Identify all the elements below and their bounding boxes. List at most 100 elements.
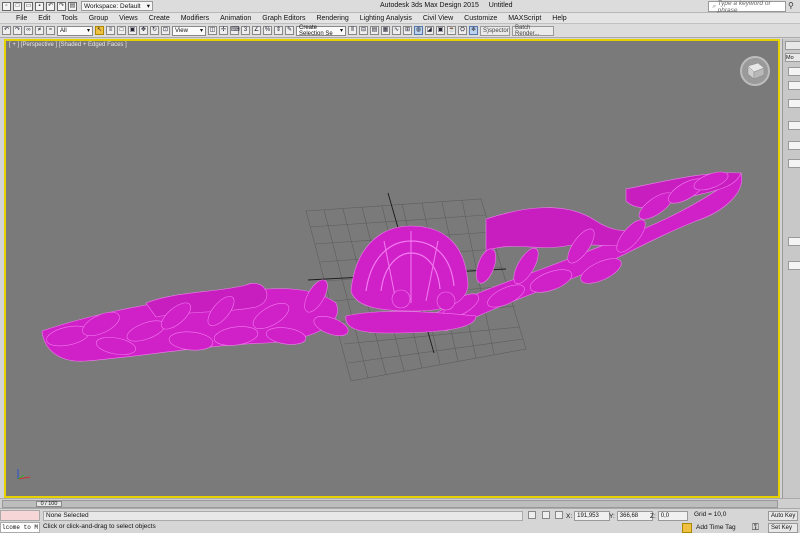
select-manipulate-icon[interactable]: ✢	[219, 26, 228, 35]
viewport-label[interactable]: [ + ] [Perspective ] [Shaded + Edged Fac…	[9, 42, 127, 48]
menu-help[interactable]: Help	[552, 15, 566, 22]
angle-snap-icon[interactable]: ∠	[252, 26, 261, 35]
menu-animation[interactable]: Animation	[220, 15, 251, 22]
lock-selection-icon[interactable]	[528, 511, 536, 519]
render-production-icon[interactable]: ☕	[447, 26, 456, 35]
spinner-snap-icon[interactable]: ⇕	[274, 26, 283, 35]
menu-customize[interactable]: Customize	[464, 15, 497, 22]
rectangular-selection-icon[interactable]: □	[117, 26, 126, 35]
undo-icon[interactable]: ↶	[46, 1, 55, 11]
command-panel-field[interactable]	[788, 141, 800, 150]
viewport-canvas[interactable]	[6, 41, 778, 496]
menu-create[interactable]: Create	[149, 15, 170, 22]
snaps-toggle-icon[interactable]: 3	[241, 26, 250, 35]
select-rotate-icon[interactable]: ↻	[150, 26, 159, 35]
help-search-input[interactable]: ⌕ Type a keyword or phrase	[708, 0, 786, 14]
x-coordinate-field[interactable]: 191,953	[574, 511, 611, 521]
z-label: Z:	[650, 512, 656, 520]
rendered-frame-window-icon[interactable]: ▣	[436, 26, 445, 35]
named-selection-set-dropdown[interactable]: Create Selection Se ▾	[296, 25, 346, 37]
create-tab-icon[interactable]	[785, 41, 800, 50]
maxscript-output[interactable]: lcome to M	[0, 522, 40, 533]
material-editor-icon[interactable]: ◍	[414, 26, 423, 35]
menu-views[interactable]: Views	[119, 15, 138, 22]
z-coordinate-field[interactable]: 0,0	[657, 511, 688, 521]
menu-modifiers[interactable]: Modifiers	[181, 15, 209, 22]
scene-explorer-button[interactable]: S)spector	[480, 25, 510, 36]
menu-group[interactable]: Group	[89, 15, 108, 22]
help-binoculars-icon[interactable]: ⚲	[788, 1, 798, 12]
select-scale-icon[interactable]: ⊡	[161, 26, 170, 35]
batch-render-button[interactable]: Batch Render...	[512, 25, 554, 37]
auto-key-button[interactable]: Auto Key	[768, 511, 798, 521]
app-name: Autodesk 3ds Max Design 2015	[380, 2, 479, 9]
perspective-viewport[interactable]: [ + ] [Perspective ] [Shaded + Edged Fac…	[4, 39, 780, 498]
menu-edit[interactable]: Edit	[38, 15, 50, 22]
a360-render-icon[interactable]: ❄	[469, 26, 478, 35]
set-key-button[interactable]: Set Key	[768, 523, 798, 533]
absolute-transform-icon[interactable]	[555, 511, 563, 519]
redo-icon[interactable]: ↷	[57, 1, 66, 11]
ornament-mesh[interactable]	[41, 168, 743, 362]
command-panel-tab-label[interactable]: Mo	[785, 53, 800, 62]
menu-file[interactable]: File	[16, 15, 27, 22]
isolate-selection-icon[interactable]	[542, 511, 550, 519]
reference-coordinate-dropdown[interactable]: View ▾	[172, 25, 206, 36]
status-bar: lcome to M None Selected Click or click-…	[0, 508, 800, 533]
time-slider[interactable]: 0 / 100	[2, 500, 778, 508]
command-panel-field[interactable]	[788, 159, 800, 168]
curve-editor-icon[interactable]: ∿	[392, 26, 401, 35]
menu-tools[interactable]: Tools	[61, 15, 77, 22]
viewcube-icon[interactable]	[740, 56, 770, 86]
menu-civil-view[interactable]: Civil View	[423, 15, 453, 22]
set-key-icon[interactable]: ⚿	[752, 522, 759, 533]
menu-graph-editors[interactable]: Graph Editors	[262, 15, 305, 22]
chevron-down-icon: ▾	[199, 28, 203, 34]
window-crossing-icon[interactable]: ▣	[128, 26, 137, 35]
menu-maxscript[interactable]: MAXScript	[508, 15, 541, 22]
select-link-icon[interactable]: ∞	[24, 26, 33, 35]
bind-space-warp-icon[interactable]: ≈	[46, 26, 55, 35]
edit-named-selection-icon[interactable]: ✎	[285, 26, 294, 35]
select-object-icon[interactable]: ↖	[95, 26, 104, 35]
command-panel-field[interactable]	[788, 67, 800, 76]
command-panel-field[interactable]	[788, 99, 800, 108]
selection-filter-dropdown[interactable]: All ▾	[57, 25, 93, 36]
mirror-icon[interactable]: ⫴	[348, 26, 357, 35]
command-panel: Mo	[782, 39, 800, 498]
project-folder-icon[interactable]: ▤	[68, 1, 77, 11]
select-by-name-icon[interactable]: ≡	[106, 26, 115, 35]
render-iterative-icon[interactable]: ⛭	[458, 26, 467, 35]
render-setup-icon[interactable]: ◪	[425, 26, 434, 35]
search-placeholder: Type a keyword or phrase	[717, 0, 771, 14]
keyboard-shortcut-icon[interactable]: ⌨	[230, 26, 240, 35]
modify-tab-label: Mo	[786, 55, 794, 61]
toggle-ribbon-icon[interactable]: ▦	[381, 26, 390, 35]
save-file-icon[interactable]: ▪	[35, 1, 44, 11]
app-menu-icon[interactable]: ▫	[2, 1, 11, 11]
command-panel-field[interactable]	[788, 261, 800, 270]
add-time-tag[interactable]: Add Time Tag	[696, 524, 736, 531]
new-file-icon[interactable]: □	[13, 1, 22, 11]
command-panel-field[interactable]	[788, 81, 800, 90]
unlink-icon[interactable]: ≠	[35, 26, 44, 35]
y-coordinate-field[interactable]: 366,68	[616, 511, 653, 521]
workspace-dropdown[interactable]: Workspace: Default ▾	[81, 1, 153, 11]
percent-snap-icon[interactable]: %	[263, 26, 272, 35]
menu-rendering[interactable]: Rendering	[316, 15, 348, 22]
open-file-icon[interactable]: ▭	[24, 1, 33, 11]
menu-lighting-analysis[interactable]: Lighting Analysis	[360, 15, 412, 22]
layer-explorer-icon[interactable]: ▤	[370, 26, 379, 35]
command-panel-field[interactable]	[788, 121, 800, 130]
schematic-view-icon[interactable]: ⊞	[403, 26, 412, 35]
select-move-icon[interactable]: ✥	[139, 26, 148, 35]
chevron-down-icon: ▾	[86, 28, 90, 34]
pivot-center-icon[interactable]: ◫	[208, 26, 217, 35]
time-slider-thumb[interactable]: 0 / 100	[36, 501, 62, 507]
maxscript-listener-input[interactable]	[0, 510, 40, 521]
align-icon[interactable]: ⊟	[359, 26, 368, 35]
redo-icon[interactable]: ↷	[13, 26, 22, 35]
undo-icon[interactable]: ↶	[2, 26, 11, 35]
command-panel-field[interactable]	[788, 237, 800, 246]
time-tag-lock-icon[interactable]	[682, 523, 692, 533]
